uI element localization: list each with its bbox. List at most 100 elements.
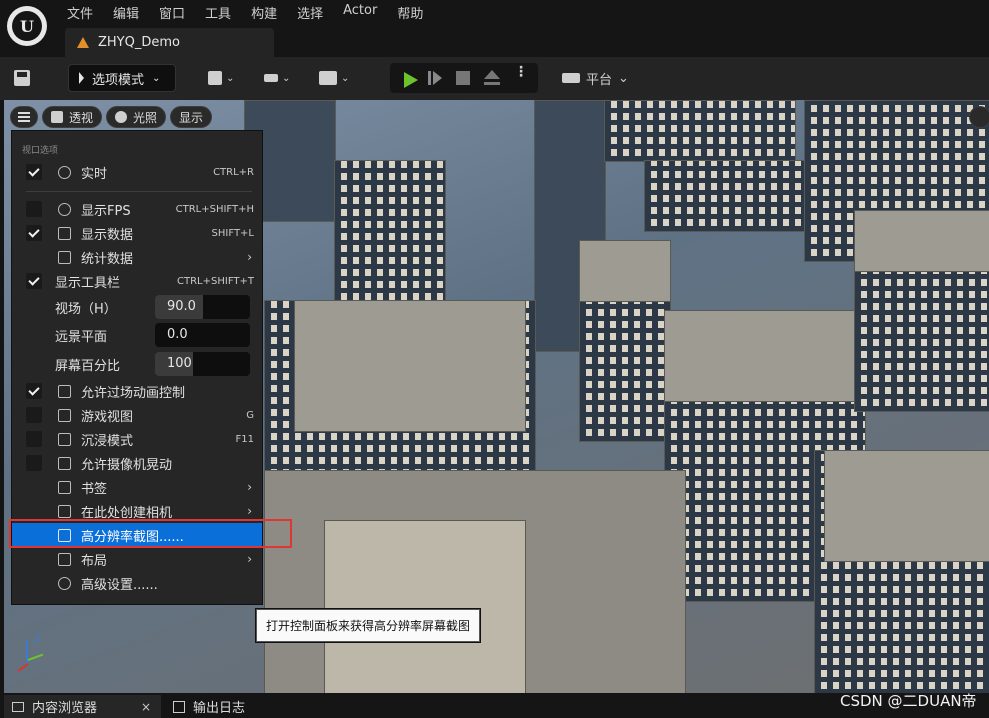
menu-item-show-stats[interactable]: 显示数据 SHIFT+L bbox=[12, 221, 262, 245]
menu-item-stat-data[interactable]: 统计数据 › bbox=[12, 245, 262, 269]
menu-item-game-view[interactable]: 游戏视图 G bbox=[12, 403, 262, 427]
select-mode-icon bbox=[79, 72, 84, 84]
menu-label: 视场（H） bbox=[55, 301, 117, 317]
menu-tools[interactable]: 工具 bbox=[205, 3, 231, 22]
checkbox-camera-shake[interactable] bbox=[26, 455, 42, 471]
bar-chart-icon bbox=[58, 226, 71, 240]
blueprint-icon bbox=[264, 74, 278, 82]
menu-bar: U 文件 编辑 窗口 工具 构建 选择 Actor 帮助 ZHYQ_Demo bbox=[0, 0, 989, 57]
checkbox-show-stats[interactable] bbox=[26, 225, 42, 241]
output-log-tab[interactable]: 输出日志 bbox=[173, 695, 245, 718]
unreal-logo-icon[interactable]: U bbox=[7, 6, 47, 46]
divider bbox=[26, 191, 252, 192]
hamburger-icon bbox=[18, 112, 30, 122]
save-icon bbox=[14, 70, 30, 86]
chevron-down-icon: ⌄ bbox=[152, 72, 161, 84]
menu-item-realtime[interactable]: 实时 CTRL+R bbox=[12, 160, 262, 184]
show-label: 显示 bbox=[179, 110, 204, 125]
screen-percentage-input[interactable]: 100 bbox=[155, 352, 250, 376]
menu-build[interactable]: 构建 bbox=[251, 3, 277, 22]
bar-chart-icon bbox=[58, 250, 71, 264]
perspective-button[interactable]: 透视 bbox=[42, 106, 103, 128]
menu-label: 显示FPS bbox=[81, 203, 131, 219]
eject-icon[interactable] bbox=[484, 70, 500, 86]
menu-item-show-fps[interactable]: 显示FPS CTRL+SHIFT+H bbox=[12, 197, 262, 221]
shortcut-label: SHIFT+L bbox=[211, 227, 254, 239]
content-browser-tab[interactable]: 内容浏览器 × bbox=[4, 695, 161, 718]
checkbox-show-toolbar[interactable] bbox=[26, 273, 42, 289]
more-options-icon[interactable]: ⋮ bbox=[514, 65, 528, 79]
menu-item-show-toolbar[interactable]: 显示工具栏 CTRL+SHIFT+T bbox=[12, 269, 262, 293]
building bbox=[324, 520, 526, 693]
lighting-button[interactable]: 光照 bbox=[106, 106, 167, 128]
main-toolbar: 选项模式 ⌄ ⌄ ⌄ ⌄ ⋮ 平台 ⌄ bbox=[0, 57, 989, 100]
blueprint-button[interactable]: ⌄ bbox=[264, 64, 290, 92]
menu-item-advanced[interactable]: 高级设置...... bbox=[12, 571, 262, 595]
clapperboard-icon bbox=[319, 71, 337, 85]
menu-actor[interactable]: Actor bbox=[343, 3, 377, 22]
gamepad-icon bbox=[562, 73, 580, 83]
far-plane-input[interactable]: 0.0 bbox=[155, 323, 250, 347]
skip-icon[interactable] bbox=[428, 71, 442, 85]
menu-file[interactable]: 文件 bbox=[67, 3, 93, 22]
platform-button[interactable]: 平台 ⌄ bbox=[562, 64, 629, 92]
fov-input[interactable]: 90.0 bbox=[155, 295, 250, 319]
menu-label: 显示数据 bbox=[81, 227, 134, 243]
fullscreen-icon bbox=[58, 432, 71, 446]
tooltip-text: 打开控制面板来获得高分辨率屏幕截图 bbox=[265, 619, 470, 633]
save-button[interactable] bbox=[14, 64, 38, 92]
perspective-label: 透视 bbox=[69, 110, 94, 125]
fov-value: 90.0 bbox=[167, 299, 196, 314]
menu-item-cinematic-control[interactable]: 允许过场动画控制 bbox=[12, 379, 262, 403]
platform-label: 平台 bbox=[586, 72, 613, 88]
chevron-down-icon: ⌄ bbox=[226, 72, 235, 84]
y-axis bbox=[27, 653, 44, 661]
menu-select[interactable]: 选择 bbox=[297, 3, 323, 22]
show-button[interactable]: 显示 bbox=[170, 106, 213, 128]
menu-section-title: 视口选项 bbox=[22, 146, 59, 156]
folder-icon bbox=[12, 701, 24, 712]
menu-window[interactable]: 窗口 bbox=[159, 3, 185, 22]
gauge-icon bbox=[58, 202, 71, 216]
checkbox-cinematic-control[interactable] bbox=[26, 383, 42, 399]
viewport-toolbar: 透视 光照 显示 bbox=[10, 106, 213, 128]
checkbox-show-fps[interactable] bbox=[26, 201, 42, 217]
axis-gizmo: Z bbox=[12, 635, 46, 672]
viewport-options-button[interactable] bbox=[10, 106, 38, 128]
transform-tools-button[interactable] bbox=[969, 106, 989, 128]
menu-label: 实时 bbox=[81, 166, 108, 182]
menu-label: 屏幕百分比 bbox=[55, 358, 121, 374]
chevron-right-icon: › bbox=[247, 250, 252, 264]
stop-icon[interactable] bbox=[456, 71, 470, 85]
checkbox-game-view[interactable] bbox=[26, 407, 42, 423]
menu-item-bookmarks[interactable]: 书签 › bbox=[12, 475, 262, 499]
menu-item-layout[interactable]: 布局 › bbox=[12, 547, 262, 571]
rooftop bbox=[579, 240, 671, 302]
menu-label: 远景平面 bbox=[55, 329, 108, 345]
add-actor-button[interactable]: ⌄ bbox=[208, 64, 234, 92]
menu-help[interactable]: 帮助 bbox=[397, 3, 423, 22]
checkbox-immersive[interactable] bbox=[26, 431, 42, 447]
rooftop bbox=[664, 310, 866, 402]
main-menu: 文件 编辑 窗口 工具 构建 选择 Actor 帮助 bbox=[67, 3, 443, 22]
shortcut-label: CTRL+SHIFT+H bbox=[175, 203, 254, 215]
layout-icon bbox=[58, 552, 71, 566]
mode-select-button[interactable]: 选项模式 ⌄ bbox=[68, 64, 176, 92]
watermark: CSDN @二DUAN帝 bbox=[840, 692, 977, 710]
cinematics-button[interactable]: ⌄ bbox=[319, 64, 349, 92]
menu-item-immersive[interactable]: 沉浸模式 F11 bbox=[12, 427, 262, 451]
play-controls: ⋮ bbox=[390, 63, 538, 93]
chevron-down-icon: ⌄ bbox=[341, 72, 350, 84]
close-icon[interactable]: × bbox=[141, 700, 151, 714]
menu-label: 允许摄像机晃动 bbox=[81, 457, 173, 473]
menu-item-fov: 视场（H） 90.0 bbox=[12, 295, 262, 319]
play-button[interactable] bbox=[396, 65, 420, 91]
menu-label: 在此处创建相机 bbox=[81, 505, 173, 521]
menu-label: 显示工具栏 bbox=[55, 275, 121, 291]
menu-item-camera-shake[interactable]: 允许摄像机晃动 bbox=[12, 451, 262, 475]
menu-edit[interactable]: 编辑 bbox=[113, 3, 139, 22]
level-tab[interactable]: ZHYQ_Demo bbox=[65, 28, 274, 57]
screen-percentage-value: 100 bbox=[167, 356, 192, 371]
terminal-icon bbox=[173, 700, 185, 713]
checkbox-realtime[interactable] bbox=[26, 164, 42, 180]
